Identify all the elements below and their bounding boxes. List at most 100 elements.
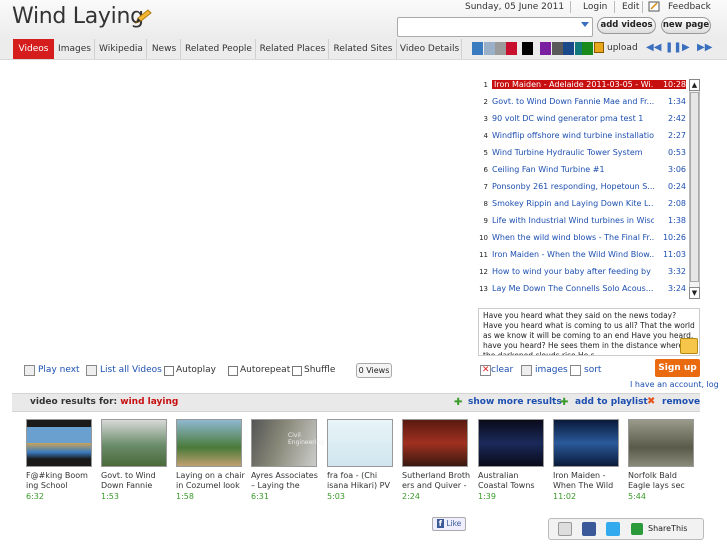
images-icon[interactable] <box>521 365 532 376</box>
upload-icon[interactable] <box>594 42 604 53</box>
tab-related-places[interactable]: Related Places <box>257 39 329 59</box>
result-thumbnail[interactable] <box>628 419 694 467</box>
playlist-item[interactable]: 8 Smokey Rippin and Laying Down Kite L...… <box>476 197 690 214</box>
playlist-item-title[interactable]: Ceiling Fan Wind Turbine #1 <box>492 165 654 174</box>
autoplay-checkbox[interactable] <box>164 366 174 376</box>
clear-icon[interactable]: ✕ <box>480 365 491 376</box>
color-swatch[interactable] <box>472 42 483 55</box>
playlist-item[interactable]: 5 Wind Turbine Hydraulic Tower System 0:53 <box>476 146 690 163</box>
playlist-item-title[interactable]: How to wind your baby after feeding by .… <box>492 267 654 276</box>
color-swatch[interactable] <box>484 42 495 55</box>
result-thumbnail[interactable] <box>402 419 468 467</box>
playlist-item-title[interactable]: Smokey Rippin and Laying Down Kite L... <box>492 199 654 208</box>
result-title[interactable]: Australian Coastal Towns <box>478 471 550 491</box>
color-swatch[interactable] <box>582 42 593 55</box>
result-thumbnail[interactable] <box>101 419 167 467</box>
show-more-results-link[interactable]: show more results <box>468 397 562 407</box>
result-title[interactable]: F@#king Boom ing School <box>26 471 98 491</box>
new-page-button[interactable]: new page <box>661 17 711 34</box>
plus-icon[interactable]: ✚ <box>454 397 462 408</box>
facebook-like-button[interactable]: f Like <box>432 517 466 531</box>
result-thumbnail[interactable] <box>553 419 619 467</box>
pause-icon[interactable]: ❚❚ <box>665 42 682 53</box>
playlist-item[interactable]: 9 Life with Industrial Wind turbines in W… <box>476 214 690 231</box>
tab-news[interactable]: News <box>148 39 181 59</box>
playlist-item[interactable]: 7 Ponsonby 261 responding, Hopetoun S... 0… <box>476 180 690 197</box>
add-to-playlist-link[interactable]: add to playlist <box>575 397 648 407</box>
upload-link[interactable]: upload <box>607 43 638 53</box>
add-videos-button[interactable]: add videos <box>597 17 656 34</box>
playlist-item-title[interactable]: Windflip offshore wind turbine installat… <box>492 131 654 140</box>
color-swatch[interactable] <box>506 42 517 55</box>
result-title[interactable]: fra foa - (Chi isana Hikari) PV <box>327 471 399 491</box>
list-icon[interactable] <box>86 365 97 376</box>
sign-up-button[interactable]: Sign up <box>655 359 700 377</box>
email-icon[interactable] <box>558 522 572 536</box>
rewind-icon[interactable]: ◀◀ <box>646 42 661 53</box>
playlist-item-title[interactable]: When the wild wind blows - The Final Fr.… <box>492 233 654 242</box>
result-title[interactable]: Govt. to Wind Down Fannie <box>101 471 173 491</box>
clear-link[interactable]: clear <box>491 365 513 375</box>
scroll-down-icon[interactable]: ▼ <box>689 287 700 299</box>
twitter-icon[interactable] <box>606 522 620 536</box>
images-link[interactable]: images <box>535 365 568 375</box>
tab-images[interactable]: Images <box>55 39 95 59</box>
result-title[interactable]: Laying on a chair in Cozumel look <box>176 471 248 491</box>
sort-link[interactable]: sort <box>584 365 601 375</box>
login-account-link[interactable]: I have an account, log <box>630 380 719 389</box>
facebook-share-icon[interactable] <box>582 522 596 536</box>
result-title[interactable]: Iron Maiden - When The Wild <box>553 471 625 491</box>
sharethis-label[interactable]: ShareThis <box>648 524 687 533</box>
edit-link[interactable]: Edit <box>622 2 639 12</box>
login-link[interactable]: Login <box>583 2 607 12</box>
autorepeat-checkbox[interactable] <box>228 366 238 376</box>
result-title[interactable]: Ayres Associates – Laying the <box>251 471 323 491</box>
result-title[interactable]: Norfolk Bald Eagle lays sec <box>628 471 700 491</box>
list-all-videos-link[interactable]: List all Videos <box>100 365 162 375</box>
playlist-item[interactable]: 2 Govt. to Wind Down Fannie Mae and Fr...… <box>476 95 690 112</box>
playlist-item-title[interactable]: Life with Industrial Wind turbines in Wi… <box>492 216 654 225</box>
playlist-item[interactable]: 11 Iron Maiden - When the Wild Wind Blow.… <box>476 248 690 265</box>
result-thumbnail[interactable] <box>478 419 544 467</box>
color-swatch[interactable] <box>522 42 533 55</box>
playlist-item[interactable]: 10 When the wild wind blows - The Final F… <box>476 231 690 248</box>
envelope-icon[interactable] <box>680 338 698 354</box>
chevron-down-icon[interactable] <box>581 22 589 27</box>
play-icon[interactable]: ▶ <box>682 42 690 53</box>
color-swatch[interactable] <box>495 42 506 55</box>
playlist-item[interactable]: 12 How to wind your baby after feeding by… <box>476 265 690 282</box>
playlist-item[interactable]: 13 Lay Me Down The Connells Solo Acous...… <box>476 282 690 299</box>
playlist-item-title[interactable]: Ponsonby 261 responding, Hopetoun S... <box>492 182 654 191</box>
play-next-link[interactable]: Play next <box>38 365 80 375</box>
result-thumbnail[interactable] <box>26 419 92 467</box>
lyrics-box[interactable]: Have you heard what they said on the new… <box>478 308 700 356</box>
play-next-icon[interactable] <box>24 365 35 376</box>
playlist-item[interactable]: 1 Iron Maiden - Adelaide 2011-03-05 - Wi.… <box>476 78 690 95</box>
tab-videos[interactable]: Videos <box>13 39 54 59</box>
site-title[interactable]: Wind Laying <box>12 4 144 29</box>
playlist-item[interactable]: 6 Ceiling Fan Wind Turbine #1 3:06 <box>476 163 690 180</box>
tab-video-details[interactable]: Video Details <box>398 39 462 59</box>
result-thumbnail[interactable] <box>327 419 393 467</box>
playlist-item-title[interactable]: Iron Maiden - When the Wild Wind Blow... <box>492 250 654 259</box>
color-swatch[interactable] <box>563 42 574 55</box>
playlist-item-title[interactable]: Lay Me Down The Connells Solo Acous... <box>492 284 654 293</box>
pencil-icon[interactable] <box>134 9 152 25</box>
video-player[interactable] <box>12 62 474 358</box>
feedback-link[interactable]: Feedback <box>668 2 711 12</box>
scrollbar-thumb[interactable] <box>690 92 699 282</box>
color-swatch[interactable] <box>552 42 563 55</box>
playlist-item-title[interactable]: Wind Turbine Hydraulic Tower System <box>492 148 654 157</box>
sort-icon[interactable] <box>570 365 581 376</box>
playlist-item[interactable]: 4 Windflip offshore wind turbine installa… <box>476 129 690 146</box>
sharethis-icon[interactable] <box>631 523 643 535</box>
fast-forward-icon[interactable]: ▶▶ <box>697 42 712 53</box>
result-thumbnail[interactable] <box>176 419 242 467</box>
playlist-item[interactable]: 3 90 volt DC wind generator pma test 1 2:4… <box>476 112 690 129</box>
result-thumbnail[interactable]: Civil Engineering <box>251 419 324 467</box>
plus-icon[interactable]: ✚ <box>560 397 568 408</box>
playlist-item-title[interactable]: 90 volt DC wind generator pma test 1 <box>492 114 654 123</box>
color-swatch[interactable] <box>540 42 551 55</box>
tab-related-people[interactable]: Related People <box>182 39 256 59</box>
remove-icon[interactable]: ✖ <box>647 396 655 407</box>
